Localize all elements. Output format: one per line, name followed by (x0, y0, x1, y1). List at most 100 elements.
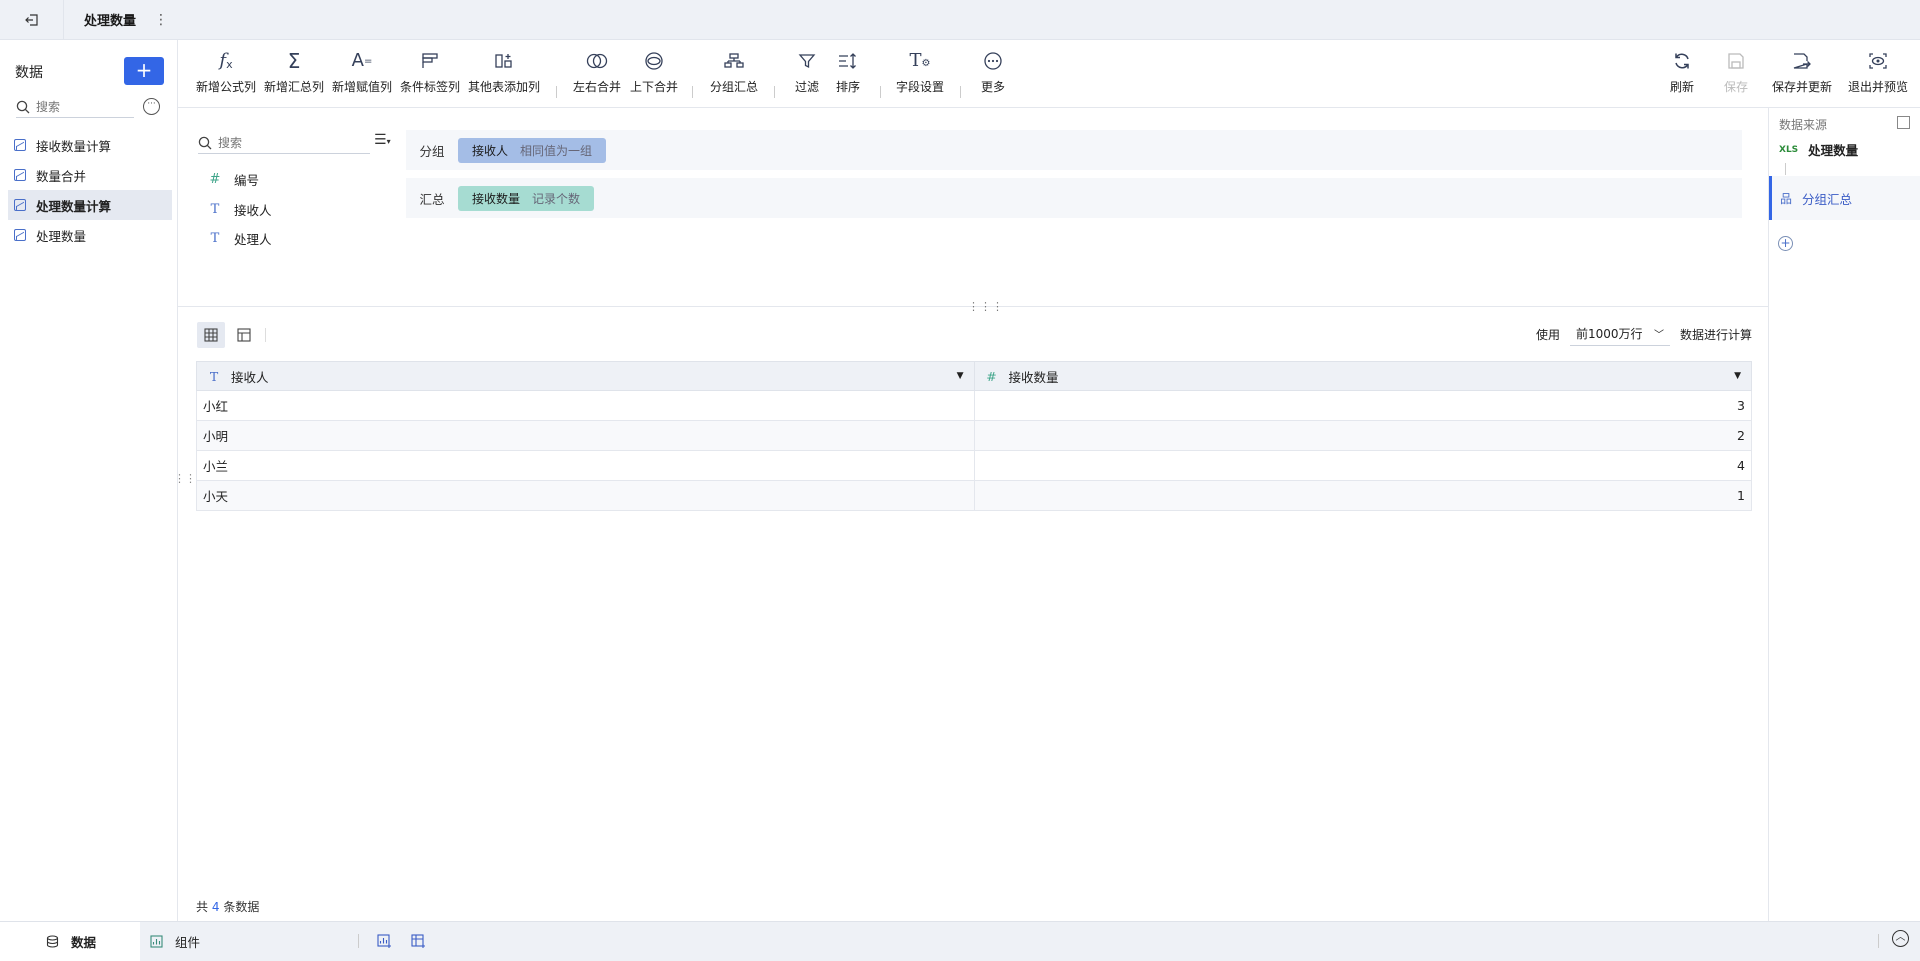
column-dropdown-icon[interactable]: ▼ (957, 371, 964, 381)
table-cell[interactable]: 小兰 (196, 450, 975, 481)
add-summary-column-button[interactable]: Σ 新增汇总列 (264, 48, 324, 95)
tab-data[interactable]: 数据 (0, 921, 140, 961)
text-type-icon: T (210, 231, 220, 246)
field-search-input[interactable] (218, 135, 358, 150)
number-type-icon: # (986, 368, 997, 384)
save-update-button[interactable]: 保存并更新 (1772, 48, 1832, 95)
add-assign-column-button[interactable]: A = 新增赋值列 (332, 48, 392, 95)
add-data-button[interactable]: + (124, 57, 164, 85)
field-settings-icon: T ⚙ (909, 50, 931, 71)
table-cell[interactable]: 3 (973, 390, 1752, 421)
left-right-merge-button[interactable]: 左右合并 (573, 48, 621, 95)
field-search[interactable] (198, 132, 370, 154)
pill-field: 接收数量 (472, 191, 521, 206)
toolbar-label: 排序 (836, 80, 861, 94)
sigma-icon: Σ (287, 49, 301, 73)
steps-panel: 数据来源 XLS 处理数量 品 分组汇总 + (1768, 108, 1920, 921)
step-connector (1785, 163, 1786, 175)
pill-mode: 相同值为一组 (520, 143, 593, 158)
more-button[interactable]: 更多 (981, 48, 1005, 95)
exit-preview-button[interactable]: 退出并预览 (1848, 48, 1908, 95)
more-icon (983, 48, 1003, 74)
panel-layout-icon[interactable] (1897, 116, 1910, 129)
database-icon (46, 935, 59, 948)
dataset-icon (14, 229, 26, 241)
table-cell[interactable]: 小明 (196, 420, 975, 451)
toolbar-label: 左右合并 (573, 80, 622, 94)
add-table-icon (410, 933, 425, 948)
up-down-merge-button[interactable]: 上下合并 (630, 48, 678, 95)
table-layout-icon (237, 328, 251, 342)
add-chart-button[interactable] (371, 928, 397, 954)
refresh-button[interactable]: 刷新 (1670, 48, 1694, 95)
add-formula-column-button[interactable]: fx 新增公式列 (196, 48, 256, 95)
table-cell[interactable]: 1 (973, 480, 1752, 511)
field-item-handler[interactable]: T 处理人 (208, 229, 272, 248)
field-item-receiver[interactable]: T 接收人 (208, 200, 272, 219)
splitter-drag-handle[interactable]: ⋮⋮⋮ (968, 300, 1004, 313)
data-tree: 接收数量计算 数量合并 处理数量计算 处理数量 (8, 130, 172, 250)
table-cell[interactable]: 小天 (196, 480, 975, 511)
title-more-icon[interactable]: ⋮ (154, 12, 168, 28)
collapse-panel-icon[interactable]: ︿ (1892, 930, 1909, 947)
exit-preview-icon (1868, 48, 1888, 74)
column-dropdown-icon[interactable]: ▼ (1734, 371, 1741, 381)
row-count-number: 4 (211, 900, 220, 914)
refresh-icon (1672, 48, 1692, 74)
sidebar-more-icon[interactable]: ··· (143, 98, 160, 115)
sidebar-search[interactable] (16, 96, 134, 118)
source-step[interactable]: XLS 处理数量 (1779, 140, 1858, 159)
sidebar-item-process-calc[interactable]: 处理数量计算 (8, 190, 172, 220)
sidebar-header: 数据 + (0, 40, 177, 90)
number-type-icon: # (209, 172, 221, 187)
layout-view-toggle[interactable] (230, 322, 258, 348)
page-title: 处理数量 (84, 14, 137, 29)
dataset-icon (14, 169, 26, 181)
sidebar-item-process[interactable]: 处理数量 (8, 220, 172, 250)
table-cell[interactable]: 4 (973, 450, 1752, 481)
field-item-id[interactable]: # 编号 (208, 170, 259, 189)
add-other-table-column-button[interactable]: 其他表添加列 (468, 48, 540, 95)
toolbar-label: 字段设置 (896, 80, 945, 94)
save-icon (1727, 48, 1745, 74)
sidebar-search-input[interactable] (36, 99, 126, 114)
field-label: 编号 (234, 173, 260, 188)
table-cell[interactable]: 2 (973, 420, 1752, 451)
group-field-pill[interactable]: 接收人 相同值为一组 (458, 137, 607, 163)
filter-button[interactable]: 过滤 (795, 48, 819, 95)
row-limit-select[interactable]: 前1000万行 ﹀ (1569, 322, 1670, 346)
table-cell[interactable]: 小红 (196, 390, 975, 421)
row-count-suffix: 条数据 (223, 900, 260, 914)
toolbar-divider (774, 86, 775, 98)
group-summary-button[interactable]: 分组汇总 (710, 48, 758, 95)
add-table-button[interactable] (405, 928, 431, 954)
back-button[interactable] (0, 0, 64, 40)
grid-view-toggle[interactable] (197, 322, 225, 348)
search-icon (16, 100, 30, 113)
group-summary-icon (724, 48, 744, 74)
sidebar-item-label: 接收数量计算 (36, 138, 112, 154)
filter-icon (798, 48, 816, 74)
sidebar-drag-handle[interactable]: ⋮⋮ (174, 472, 196, 485)
chevron-down-icon: ﹀ (1653, 330, 1664, 341)
field-sort-icon[interactable]: ☰▾ (374, 132, 391, 148)
toolbar-label: 退出并预览 (1848, 80, 1909, 94)
field-settings-button[interactable]: T ⚙ 字段设置 (896, 48, 944, 95)
summary-field-pill[interactable]: 接收数量 记录个数 (458, 185, 595, 211)
toolbar-label: 保存 (1724, 80, 1749, 94)
toolbar-label: 其他表添加列 (468, 80, 541, 94)
sidebar-item-merge[interactable]: 数量合并 (8, 160, 172, 190)
save-button[interactable]: 保存 (1724, 48, 1748, 95)
sidebar-item-receive-calc[interactable]: 接收数量计算 (8, 130, 172, 160)
toolbar: fx 新增公式列 Σ 新增汇总列 A = 新增赋值列 条件标签列 其他表添加列 左… (178, 40, 1920, 108)
condition-tag-column-button[interactable]: 条件标签列 (400, 48, 460, 95)
sort-button[interactable]: 排序 (836, 48, 860, 95)
add-step-icon[interactable]: + (1778, 236, 1793, 251)
toolbar-label: 分组汇总 (710, 80, 759, 94)
column-header-receiver[interactable]: T 接收人 ▼ (196, 361, 975, 391)
tab-component[interactable]: 组件 (140, 922, 200, 961)
data-table: T 接收人 ▼ # 接收数量 ▼ 小红 3 小明 2 小兰 4 小天 1 (196, 361, 1752, 511)
column-header-receive-count[interactable]: # 接收数量 ▼ (973, 361, 1752, 391)
pill-mode: 记录个数 (532, 191, 581, 206)
step-group-summary[interactable]: 品 分组汇总 (1769, 176, 1920, 220)
